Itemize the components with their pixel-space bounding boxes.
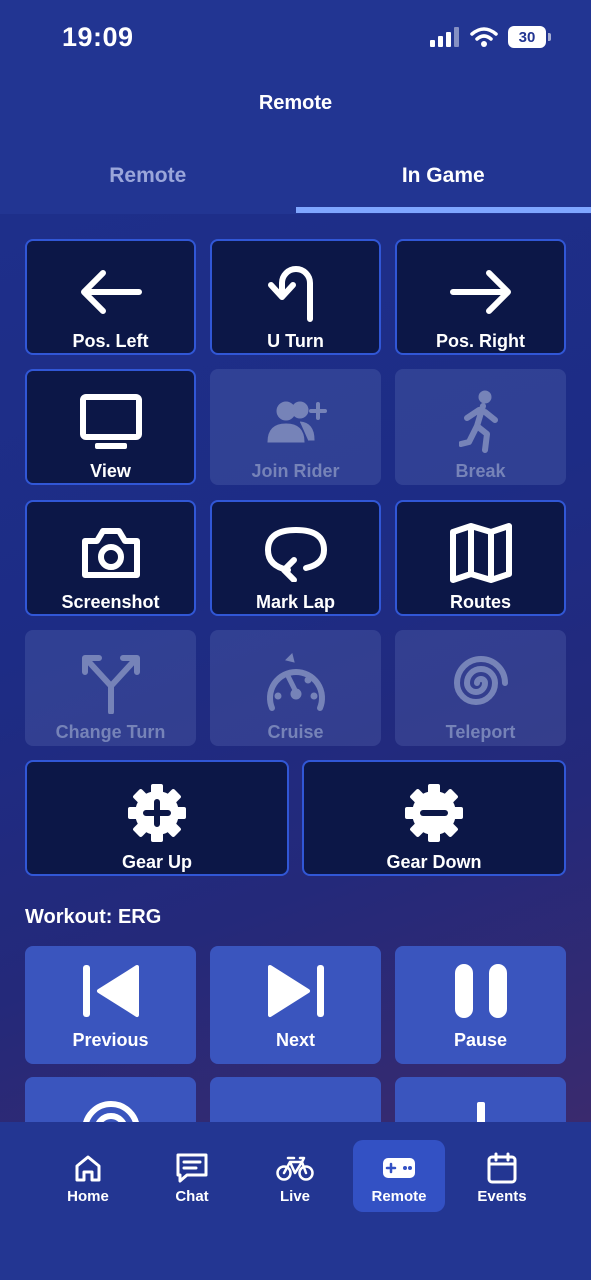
battery-icon: 30 [508, 26, 546, 48]
join-rider-button[interactable]: Join Rider [210, 369, 381, 485]
pos-left-label: Pos. Left [72, 331, 149, 351]
view-button[interactable]: View [25, 369, 196, 485]
skip-next-icon [261, 960, 331, 1022]
break-button[interactable]: Break [395, 369, 566, 485]
pos-right-label: Pos. Right [436, 331, 525, 351]
battery-level: 30 [518, 28, 536, 46]
cruise-label: Cruise [267, 722, 324, 742]
users-plus-icon [261, 389, 331, 455]
gamepad-icon [382, 1152, 416, 1184]
target-button[interactable] [25, 1077, 196, 1122]
in-game-panel: Pos. Left U Turn Pos. Right View Join Ri… [0, 214, 591, 1122]
workout-row: Previous Next Pause [25, 946, 566, 1064]
gear-minus-icon [399, 780, 469, 846]
tab-bar: Remote In Game [0, 150, 591, 214]
screenshot-label: Screenshot [61, 592, 160, 612]
screenshot-button[interactable]: Screenshot [25, 500, 196, 616]
target-icon [76, 1091, 146, 1122]
plus-icon [446, 1091, 516, 1122]
mark-lap-label: Mark Lap [255, 592, 336, 612]
status-time: 19:09 [62, 22, 134, 52]
tab-remote[interactable]: Remote [0, 150, 296, 214]
bottom-nav: Home Chat Live Remote Events [0, 1122, 591, 1280]
decrease-button[interactable] [210, 1077, 381, 1122]
loop-arrow-icon [261, 520, 331, 586]
join-rider-label: Join Rider [251, 461, 340, 481]
home-icon [73, 1152, 103, 1184]
arrow-right-icon [446, 259, 516, 325]
controls-row-3: Screenshot Mark Lap Routes [25, 500, 566, 616]
mark-lap-button[interactable]: Mark Lap [210, 500, 381, 616]
speedometer-icon [261, 650, 331, 716]
pause-label: Pause [453, 1030, 508, 1050]
pause-icon [446, 960, 516, 1022]
view-label: View [90, 461, 131, 481]
signal-icon [430, 27, 459, 47]
chat-icon [175, 1152, 209, 1184]
next-button[interactable]: Next [210, 946, 381, 1064]
u-turn-label: U Turn [267, 331, 324, 351]
nav-live[interactable]: Live [249, 1140, 341, 1212]
increase-button[interactable] [395, 1077, 566, 1122]
u-turn-icon [261, 259, 331, 325]
teleport-label: Teleport [445, 722, 516, 742]
previous-button[interactable]: Previous [25, 946, 196, 1064]
previous-label: Previous [72, 1030, 149, 1050]
walking-person-icon [446, 389, 516, 455]
nav-chat[interactable]: Chat [146, 1140, 238, 1212]
pos-left-button[interactable]: Pos. Left [25, 239, 196, 355]
break-label: Break [455, 461, 506, 481]
gear-up-button[interactable]: Gear Up [25, 760, 289, 876]
pause-button[interactable]: Pause [395, 946, 566, 1064]
nav-live-label: Live [279, 1188, 310, 1205]
nav-events-label: Events [477, 1188, 527, 1205]
calendar-icon [487, 1152, 517, 1184]
nav-home-label: Home [67, 1188, 109, 1205]
map-icon [446, 520, 516, 586]
workout-row-2 [25, 1077, 566, 1122]
minus-icon [261, 1091, 331, 1122]
workout-title: Workout: ERG [25, 906, 162, 928]
gear-down-button[interactable]: Gear Down [302, 760, 566, 876]
pos-right-button[interactable]: Pos. Right [395, 239, 566, 355]
gear-row: Gear Up Gear Down [25, 760, 566, 876]
tab-in-game[interactable]: In Game [296, 150, 591, 214]
controls-row-2: View Join Rider Break [25, 369, 566, 485]
gear-down-label: Gear Down [386, 852, 482, 872]
monitor-icon [76, 389, 146, 455]
controls-row-1: Pos. Left U Turn Pos. Right [25, 239, 566, 355]
routes-label: Routes [449, 592, 511, 612]
arrow-left-icon [76, 259, 146, 325]
nav-remote-label: Remote [371, 1188, 427, 1205]
teleport-button[interactable]: Teleport [395, 630, 566, 746]
next-label: Next [275, 1030, 315, 1050]
gear-up-label: Gear Up [121, 852, 193, 872]
split-arrows-icon [76, 650, 146, 716]
nav-home[interactable]: Home [42, 1140, 134, 1212]
bicycle-icon [276, 1152, 314, 1184]
nav-remote[interactable]: Remote [353, 1140, 445, 1212]
status-bar: 19:09 30 [0, 0, 591, 80]
active-tab-indicator [296, 207, 591, 213]
battery-cap [548, 33, 551, 41]
u-turn-button[interactable]: U Turn [210, 239, 381, 355]
nav-chat-label: Chat [175, 1188, 209, 1205]
nav-events[interactable]: Events [456, 1140, 548, 1212]
camera-icon [76, 520, 146, 586]
controls-row-4: Change Turn Cruise Teleport [25, 630, 566, 746]
status-icons: 30 [430, 26, 551, 48]
cruise-button[interactable]: Cruise [210, 630, 381, 746]
page-title: Remote [258, 92, 333, 114]
swirl-icon [446, 650, 516, 716]
routes-button[interactable]: Routes [395, 500, 566, 616]
app-header: 19:09 30 Remote Remote In Game [0, 0, 591, 214]
gear-plus-icon [122, 780, 192, 846]
wifi-icon [470, 27, 498, 47]
skip-previous-icon [76, 960, 146, 1022]
change-turn-label: Change Turn [55, 722, 166, 742]
change-turn-button[interactable]: Change Turn [25, 630, 196, 746]
